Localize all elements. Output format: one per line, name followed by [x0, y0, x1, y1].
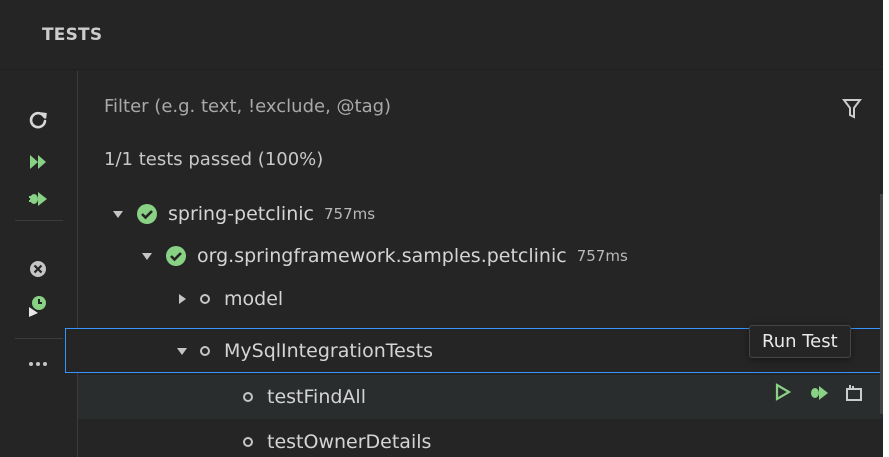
panel-title: TESTS	[42, 24, 103, 45]
tree-item-label: MySqlIntegrationTests	[224, 339, 434, 362]
debug-all-icon[interactable]	[24, 184, 52, 212]
panel-header: TESTS	[0, 0, 883, 70]
duration: 757ms	[576, 247, 628, 265]
more-icon[interactable]	[24, 350, 52, 378]
run-test-tooltip: Run Test	[749, 325, 851, 358]
test-explorer: Filter (e.g. text, !exclude, @tag) 1/1 t…	[65, 71, 883, 457]
filter-input[interactable]: Filter (e.g. text, !exclude, @tag)	[104, 93, 883, 121]
coverage-icon[interactable]	[24, 291, 52, 319]
tree-item-test-owner-details[interactable]: testOwnerDetails	[78, 423, 883, 457]
go-to-file-icon[interactable]	[843, 381, 865, 403]
tree-item-label: testOwnerDetails	[267, 431, 432, 453]
not-run-icon	[200, 345, 210, 356]
panel-body: Filter (e.g. text, !exclude, @tag) 1/1 t…	[0, 71, 883, 457]
tree-item-label: spring-petclinic	[168, 203, 314, 225]
scrollbar[interactable]	[880, 194, 883, 414]
debug-icon[interactable]	[807, 381, 829, 403]
not-run-icon	[243, 437, 253, 447]
tree-item-label: model	[224, 288, 284, 310]
test-summary: 1/1 tests passed (100%)	[104, 149, 324, 170]
pass-icon	[137, 204, 157, 224]
tree-item-spring-petclinic[interactable]: spring-petclinic 757ms	[78, 195, 883, 233]
tree-item-package[interactable]: org.springframework.samples.petclinic 75…	[78, 237, 883, 275]
duration: 757ms	[323, 205, 376, 223]
chevron-down-icon[interactable]	[141, 250, 153, 262]
tree-item-label: org.springframework.samples.petclinic	[197, 245, 567, 267]
not-run-icon	[200, 294, 210, 304]
refresh-icon[interactable]	[24, 106, 52, 134]
tree-item-label: testFindAll	[267, 386, 366, 408]
not-run-icon	[243, 392, 253, 402]
test-toolbar	[0, 71, 78, 457]
pass-icon	[166, 246, 186, 266]
filter-icon[interactable]	[841, 97, 863, 121]
chevron-down-icon[interactable]	[112, 208, 124, 220]
tests-panel: TESTS Filter (e.g. text, !exclude, @tag)…	[0, 0, 883, 457]
clear-results-icon[interactable]	[24, 255, 52, 283]
run-icon[interactable]	[773, 381, 793, 403]
tree-item-test-find-all[interactable]: testFindAll	[78, 375, 883, 419]
run-all-icon[interactable]	[24, 148, 52, 176]
row-actions	[773, 381, 865, 403]
tree-item-model[interactable]: model	[78, 280, 883, 318]
chevron-right-icon[interactable]	[176, 293, 188, 305]
chevron-down-icon[interactable]	[176, 345, 188, 357]
